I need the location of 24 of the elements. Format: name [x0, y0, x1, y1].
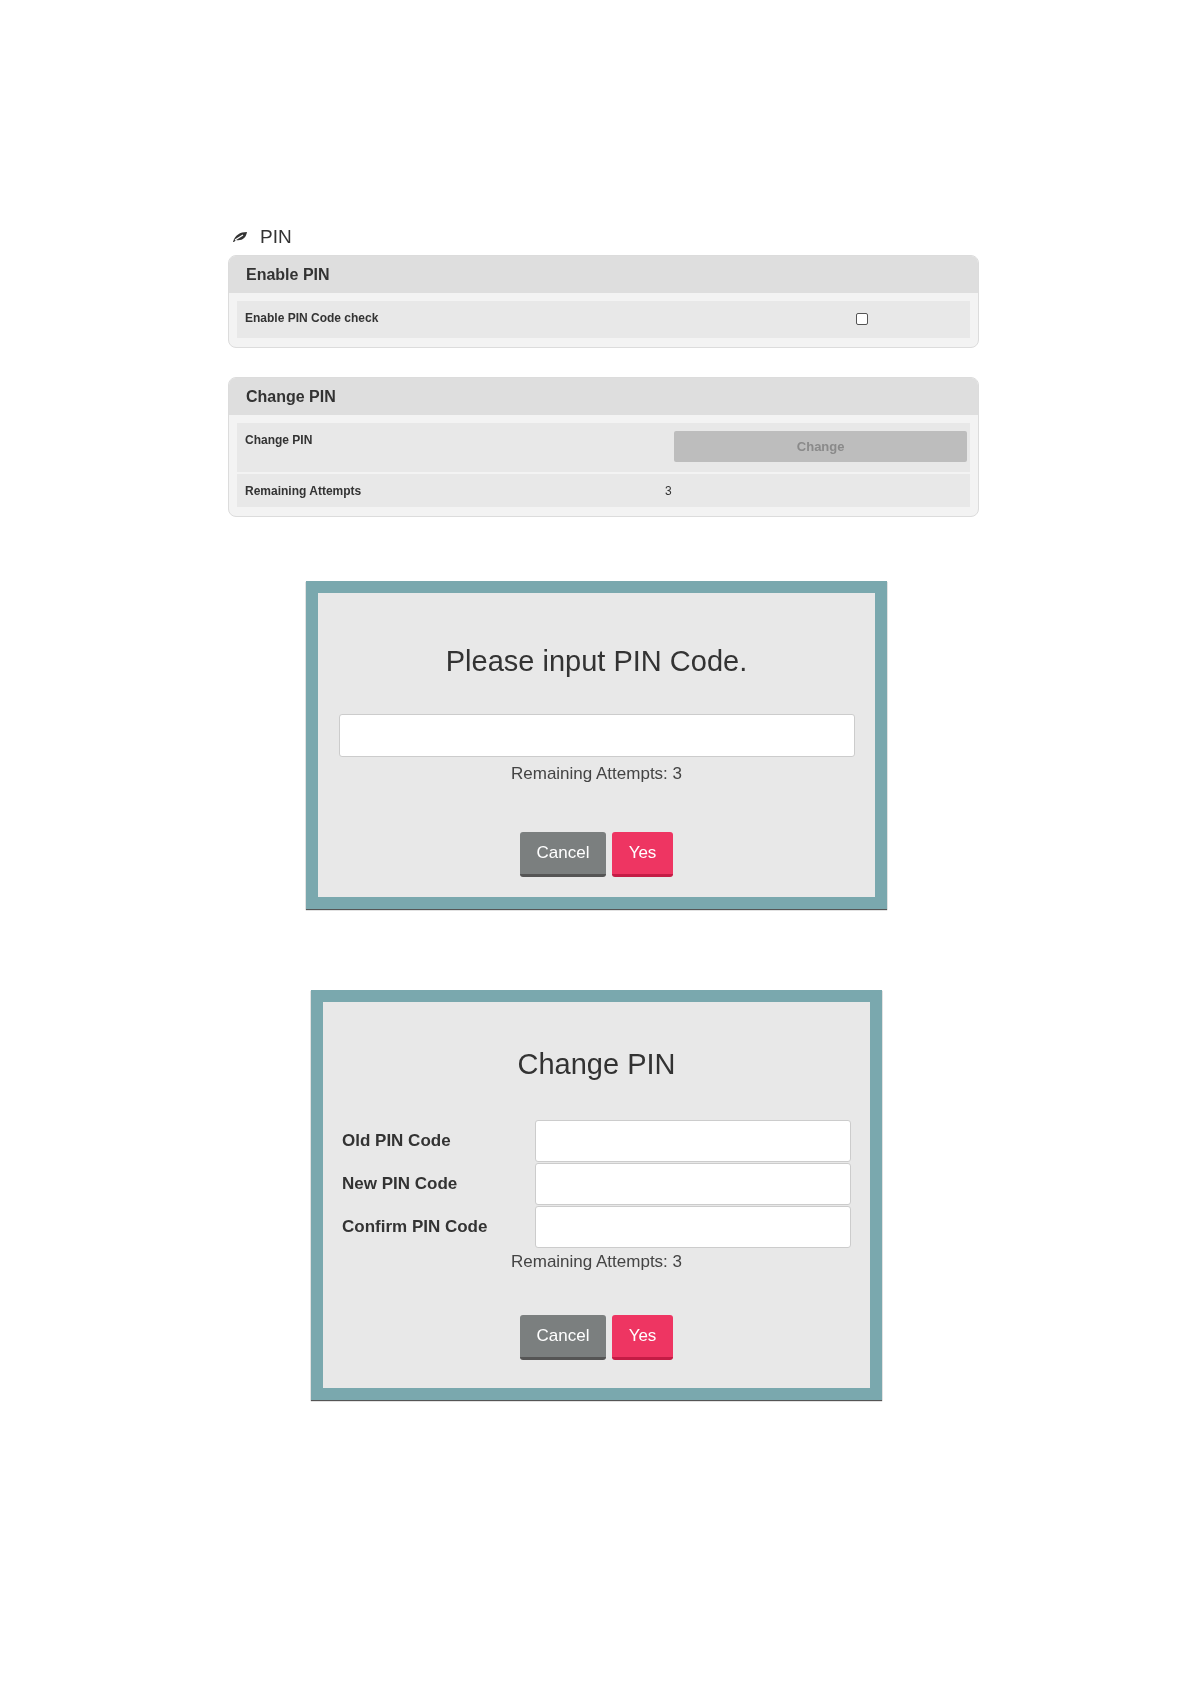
cancel-button[interactable]: Cancel	[520, 831, 606, 877]
cancel-button[interactable]: Cancel	[520, 1314, 606, 1360]
yes-button[interactable]: Yes	[612, 831, 673, 877]
panel-title: Change PIN	[246, 386, 336, 407]
yes-button[interactable]: Yes	[612, 1314, 673, 1360]
pin-input-field[interactable]	[535, 1162, 851, 1205]
remaining-attempts-text: Remaining Attempts: 3	[511, 1251, 682, 1273]
row-label: Change PIN	[245, 432, 314, 449]
checkbox[interactable]	[856, 313, 868, 325]
field-label: Old PIN Code	[342, 1129, 452, 1152]
dialog-title: Please input PIN Code.	[445, 647, 748, 676]
pin-input-field[interactable]	[338, 714, 855, 757]
section-title: PIN	[260, 224, 292, 249]
pin-input-field[interactable]	[535, 1205, 851, 1248]
pin-input-field[interactable]	[535, 1119, 851, 1162]
row-label: Remaining Attempts	[245, 482, 363, 500]
field-label: New PIN Code	[342, 1172, 459, 1195]
row-value: 3	[665, 482, 672, 500]
leaf-icon	[232, 231, 248, 243]
remaining-attempts-text: Remaining Attempts: 3	[511, 763, 682, 785]
field-label: Confirm PIN Code	[342, 1215, 489, 1238]
row-label: Enable PIN Code check	[245, 310, 380, 327]
dialog-title: Change PIN	[517, 1050, 676, 1079]
panel-title: Enable PIN	[246, 264, 330, 285]
